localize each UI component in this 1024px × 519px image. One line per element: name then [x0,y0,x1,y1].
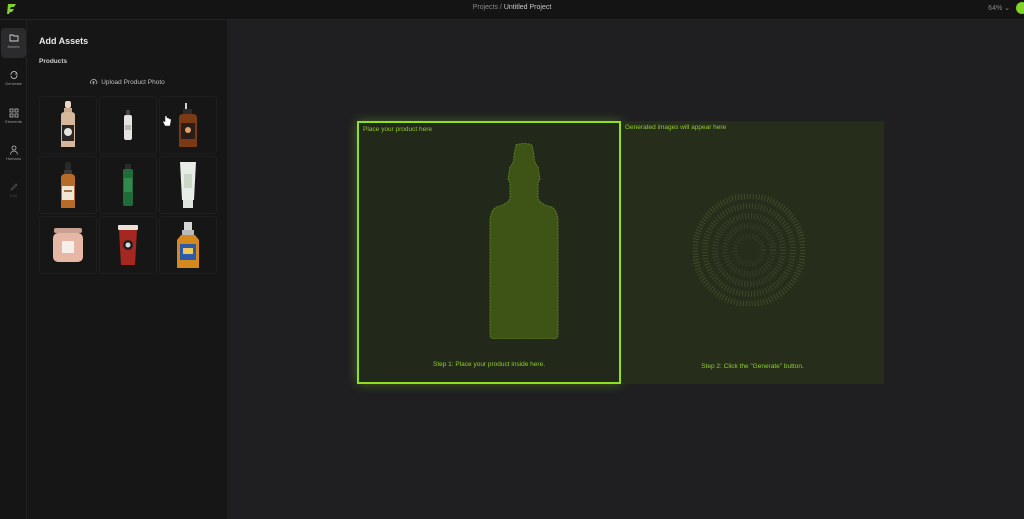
products-heading: Products [39,58,68,65]
product-drop-zone[interactable]: Place your product here Step 1: Place yo… [357,121,621,384]
rail-item-generate[interactable]: Generate [1,65,26,95]
elements-icon [9,108,18,118]
zoom-selector[interactable]: 64% ⌄ [988,4,1010,12]
generated-images-area: Generated images will appear here Step 2… [621,121,884,384]
left-rail: Assets Generate Elements Humans Edit [0,20,27,519]
person-icon [9,145,18,155]
app-window: Projects / Untitled Project 64% ⌄ Assets… [0,0,1024,519]
green-bottle-icon [123,164,133,206]
breadcrumb: Projects / Untitled Project [0,4,1024,11]
folder-icon [9,34,18,42]
product-red-coffee-cup[interactable] [99,216,157,274]
bottle-placeholder-icon [489,143,559,339]
drop-zone-label: Place your product here [363,126,433,133]
generated-area-label: Generated images will appear here [625,124,727,131]
rail-label-edit: Edit [10,193,17,198]
product-grid [39,96,217,274]
product-white-cream-tube[interactable] [159,156,217,214]
avatar[interactable] [1016,2,1024,14]
rail-item-assets[interactable]: Assets [1,28,26,58]
product-perfume-bottle[interactable] [159,216,217,274]
product-green-tall-bottle[interactable] [99,156,157,214]
serum-bottle-icon [61,101,75,147]
rail-label-humans: Humans [6,156,21,161]
hand-cursor-icon [162,115,172,127]
slim-bottle-icon [124,110,132,140]
step-one-instruction: Step 1: Place your product inside here. [432,361,545,368]
upload-label: Upload Product Photo [101,79,165,86]
breadcrumb-current-project[interactable]: Untitled Project [504,4,551,11]
candle-jar-icon [53,228,83,262]
product-pink-candle-jar[interactable] [39,216,97,274]
generating-pattern-icon [693,194,805,306]
step-two-instruction: Step 2: Click the "Generate" button. [701,363,804,370]
rail-item-humans[interactable]: Humans [1,140,26,170]
amber-spray-bottle-icon [179,103,197,147]
edit-icon [9,183,18,191]
perfume-bottle-icon [177,222,199,268]
upload-product-photo-button[interactable]: Upload Product Photo [27,77,227,86]
coffee-cup-icon [118,225,138,265]
breadcrumb-projects[interactable]: Projects [473,4,498,11]
editor-canvas[interactable]: Place your product here Step 1: Place yo… [227,20,1024,519]
rail-label-elements: Elements [5,119,22,124]
cream-tube-icon [180,162,196,208]
rail-label-assets: Assets [7,44,20,49]
product-serum-dropper-bottle[interactable] [39,96,97,154]
product-amber-dropper-bottle[interactable] [39,156,97,214]
product-slim-white-bottle[interactable] [99,96,157,154]
amber-dropper-bottle-icon [61,162,75,208]
rail-item-elements[interactable]: Elements [1,103,26,133]
upload-cloud-icon [90,78,98,85]
rail-label-generate: Generate [5,81,22,86]
panel-title: Add Assets [39,36,89,46]
assets-panel: Add Assets Products Upload Product Photo [27,20,227,519]
refresh-icon [10,71,18,79]
top-bar: Projects / Untitled Project 64% ⌄ [0,0,1024,20]
rail-item-edit[interactable]: Edit [1,177,26,207]
